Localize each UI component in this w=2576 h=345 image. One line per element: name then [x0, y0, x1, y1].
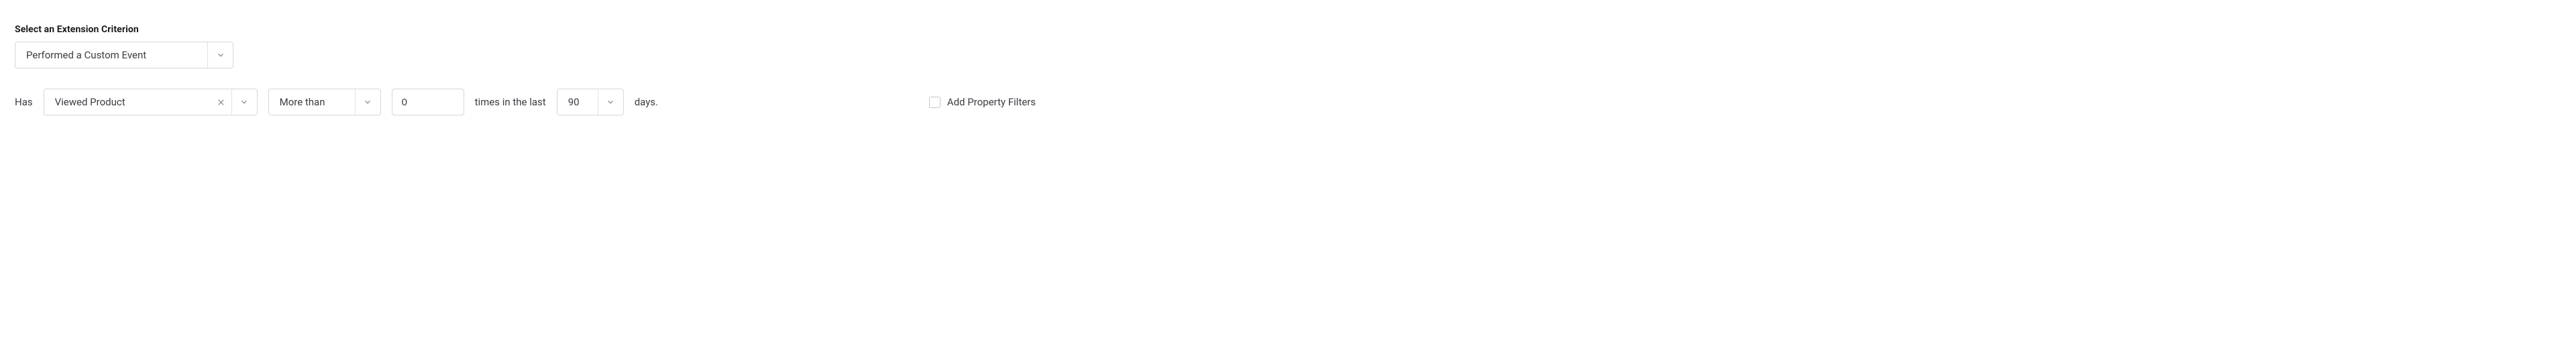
chevron-down-icon	[363, 97, 372, 107]
days-dropdown-trigger[interactable]	[598, 89, 623, 115]
criteria-row: Has Viewed Product More than	[15, 89, 1036, 115]
has-label: Has	[15, 96, 33, 108]
comparator-dropdown-trigger[interactable]	[355, 89, 380, 115]
chevron-down-icon	[239, 97, 249, 107]
days-select-value: 90	[557, 89, 598, 115]
event-dropdown-trigger[interactable]	[231, 89, 257, 115]
checkbox-box-icon	[929, 97, 941, 108]
days-select[interactable]: 90	[557, 89, 624, 115]
event-select-value: Viewed Product	[44, 89, 211, 115]
times-in-last-label: times in the last	[475, 96, 546, 108]
comparator-select-value: More than	[269, 89, 355, 115]
event-clear-button[interactable]	[211, 89, 231, 115]
criterion-dropdown-trigger[interactable]	[207, 42, 233, 68]
chevron-down-icon	[606, 97, 615, 107]
criterion-select-value: Performed a Custom Event	[15, 42, 207, 68]
comparator-select[interactable]: More than	[268, 89, 381, 115]
event-select[interactable]: Viewed Product	[44, 89, 258, 115]
criterion-select[interactable]: Performed a Custom Event	[15, 42, 233, 68]
close-icon	[217, 98, 225, 107]
add-property-filters-checkbox[interactable]: Add Property Filters	[929, 96, 1036, 108]
chevron-down-icon	[216, 50, 225, 60]
section-label: Select an Extension Criterion	[15, 24, 1036, 35]
add-property-filters-label: Add Property Filters	[947, 96, 1036, 108]
days-label: days.	[635, 96, 658, 108]
count-input[interactable]	[392, 89, 464, 115]
